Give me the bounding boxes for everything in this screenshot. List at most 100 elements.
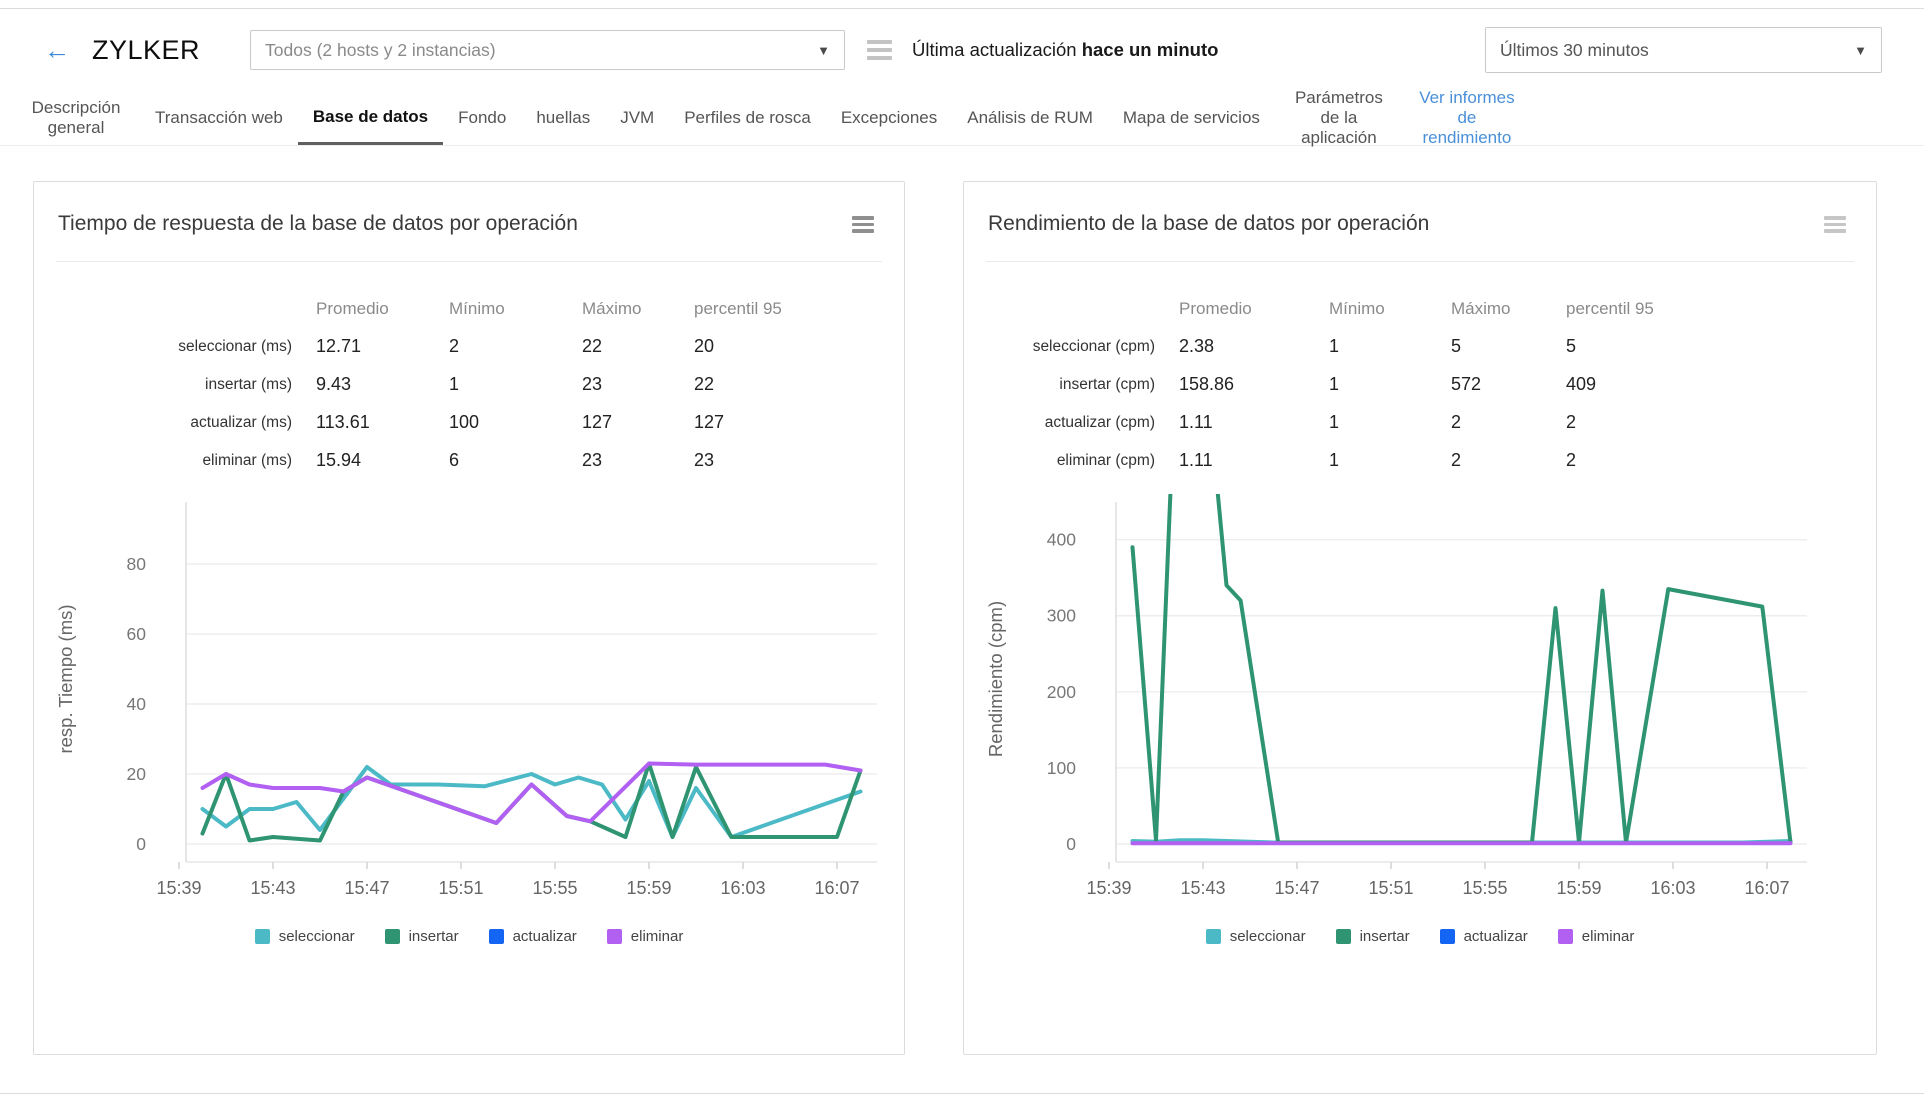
tab-bar: Descripción general Transacción web Base… <box>0 88 1924 147</box>
legend-item-seleccionar[interactable]: seleccionar <box>254 928 355 945</box>
app-window: ← ZYLKER Todos (2 hosts y 2 instancias) … <box>0 8 1924 1094</box>
svg-text:15:43: 15:43 <box>1180 878 1225 898</box>
legend-swatch <box>606 928 622 944</box>
svg-text:15:51: 15:51 <box>438 878 483 898</box>
throughput-panel: Rendimiento de la base de datos por oper… <box>963 181 1877 1055</box>
host-scope-dropdown[interactable]: Todos (2 hosts y 2 instancias) ▼ <box>250 30 846 70</box>
panel-menu-icon[interactable] <box>848 212 878 237</box>
row-label: eliminar (ms) <box>202 451 292 469</box>
row-label: seleccionar (cpm) <box>1032 337 1155 355</box>
svg-text:15:39: 15:39 <box>156 878 201 898</box>
legend-swatch <box>254 928 270 944</box>
svg-text:15:43: 15:43 <box>250 878 295 898</box>
tab-mapa-de-servicios[interactable]: Mapa de servicios <box>1108 91 1275 145</box>
column-header: Mínimo <box>449 298 505 318</box>
table-row: actualizar (cpm) 1.11 1 2 2 <box>964 404 1876 442</box>
legend-item-eliminar[interactable]: eliminar <box>606 928 683 945</box>
svg-text:0: 0 <box>136 834 146 854</box>
tab-perfiles-de-rosca[interactable]: Perfiles de rosca <box>669 91 826 145</box>
svg-text:15:51: 15:51 <box>1368 878 1413 898</box>
column-header: percentil 95 <box>1566 298 1654 318</box>
tab-fondo[interactable]: Fondo <box>443 91 521 145</box>
response-time-panel: Tiempo de respuesta de la base de datos … <box>33 181 905 1055</box>
row-label: actualizar (ms) <box>190 413 292 431</box>
tab-descripcion-general[interactable]: Descripción general <box>12 91 140 145</box>
last-update-value: hace un minuto <box>1081 39 1219 60</box>
host-scope-value: Todos (2 hosts y 2 instancias) <box>265 39 496 60</box>
legend-item-actualizar[interactable]: actualizar <box>488 928 577 945</box>
legend-swatch <box>384 928 400 944</box>
svg-text:16:03: 16:03 <box>720 878 765 898</box>
table-row: seleccionar (ms) 12.71 2 22 20 <box>34 328 904 366</box>
table-row: actualizar (ms) 113.61 100 127 127 <box>34 404 904 442</box>
svg-text:300: 300 <box>1047 605 1076 625</box>
throughput-stats-table: Promedio Mínimo Máximo percentil 95 sele… <box>964 290 1876 480</box>
table-row: insertar (cpm) 158.86 1 572 409 <box>964 366 1876 404</box>
legend-swatch <box>1439 928 1455 944</box>
panel-title: Rendimiento de la base de datos por oper… <box>988 212 1430 236</box>
svg-text:200: 200 <box>1047 681 1076 701</box>
tab-excepciones[interactable]: Excepciones <box>826 91 952 145</box>
column-header: Mínimo <box>1329 298 1385 318</box>
svg-text:0: 0 <box>1066 834 1076 854</box>
svg-text:16:07: 16:07 <box>814 878 859 898</box>
time-range-value: Últimos 30 minutos <box>1500 39 1649 60</box>
dashboard-body: Tiempo de respuesta de la base de datos … <box>0 146 1924 1055</box>
response-time-line-chart: 0 20 40 60 80 15:39 15:43 15:47 15:51 15:55 15:59 1… <box>55 501 877 898</box>
svg-text:100: 100 <box>1047 757 1076 777</box>
last-update-text: Última actualización hace un minuto <box>912 39 1218 61</box>
table-row: insertar (ms) 9.43 1 23 22 <box>34 366 904 404</box>
last-update-label: Última actualización <box>912 39 1077 60</box>
tab-huellas[interactable]: huellas <box>521 91 605 145</box>
tab-transaccion-web[interactable]: Transacción web <box>140 91 298 145</box>
chart-legend: seleccionar insertar actualizar eliminar <box>964 928 1876 945</box>
svg-text:40: 40 <box>127 694 147 714</box>
legend-item-seleccionar[interactable]: seleccionar <box>1205 928 1306 945</box>
legend-swatch <box>1557 928 1573 944</box>
svg-text:16:03: 16:03 <box>1650 878 1695 898</box>
svg-text:Rendimiento (cpm): Rendimiento (cpm) <box>985 600 1006 756</box>
legend-item-actualizar[interactable]: actualizar <box>1439 928 1528 945</box>
table-row: eliminar (cpm) 1.11 1 2 2 <box>964 442 1876 480</box>
tab-parametros-de-la-aplicacion[interactable]: Parámetros de la aplicación <box>1275 88 1403 147</box>
column-header: Máximo <box>582 298 642 318</box>
legend-item-insertar[interactable]: insertar <box>1335 928 1410 945</box>
panel-title: Tiempo de respuesta de la base de datos … <box>58 212 578 236</box>
table-row: seleccionar (cpm) 2.38 1 5 5 <box>964 328 1876 366</box>
column-header: Máximo <box>1451 298 1511 318</box>
svg-text:16:07: 16:07 <box>1744 878 1789 898</box>
svg-text:15:55: 15:55 <box>1462 878 1507 898</box>
svg-text:80: 80 <box>127 554 147 574</box>
throughput-line-chart: 0 100 200 300 400 15:39 15:43 15:47 15:51 15:55 15… <box>985 493 1807 898</box>
top-bar: ← ZYLKER Todos (2 hosts y 2 instancias) … <box>0 9 1924 91</box>
svg-text:15:59: 15:59 <box>626 878 671 898</box>
legend-item-eliminar[interactable]: eliminar <box>1557 928 1634 945</box>
svg-text:15:59: 15:59 <box>1556 878 1601 898</box>
panel-menu-icon[interactable] <box>1820 212 1850 237</box>
back-arrow-icon[interactable]: ← <box>44 37 70 63</box>
header-menu-icon[interactable] <box>867 40 893 60</box>
column-header: percentil 95 <box>694 298 782 318</box>
svg-text:400: 400 <box>1047 529 1076 549</box>
link-ver-informes-de-rendimiento[interactable]: Ver informes de rendimiento <box>1403 88 1531 147</box>
response-time-stats-table: Promedio Mínimo Máximo percentil 95 sele… <box>34 290 904 480</box>
app-title: ZYLKER <box>92 34 201 65</box>
svg-text:resp. Tiempo (ms): resp. Tiempo (ms) <box>55 604 76 753</box>
svg-text:60: 60 <box>127 624 147 644</box>
time-range-dropdown[interactable]: Últimos 30 minutos ▼ <box>1485 27 1882 73</box>
svg-text:20: 20 <box>127 764 147 784</box>
table-row: eliminar (ms) 15.94 6 23 23 <box>34 442 904 480</box>
column-header: Promedio <box>316 298 389 318</box>
tab-base-de-datos[interactable]: Base de datos <box>297 91 444 145</box>
row-label: insertar (cpm) <box>1059 375 1155 393</box>
tab-jvm[interactable]: JVM <box>605 91 669 145</box>
caret-down-icon: ▼ <box>1854 42 1867 58</box>
svg-text:15:47: 15:47 <box>1274 878 1319 898</box>
svg-text:15:47: 15:47 <box>344 878 389 898</box>
row-label: eliminar (cpm) <box>1056 451 1155 469</box>
row-label: actualizar (cpm) <box>1044 413 1155 431</box>
tab-analisis-de-rum[interactable]: Análisis de RUM <box>952 91 1108 145</box>
row-label: insertar (ms) <box>205 375 292 393</box>
legend-item-insertar[interactable]: insertar <box>384 928 459 945</box>
caret-down-icon: ▼ <box>817 42 831 58</box>
